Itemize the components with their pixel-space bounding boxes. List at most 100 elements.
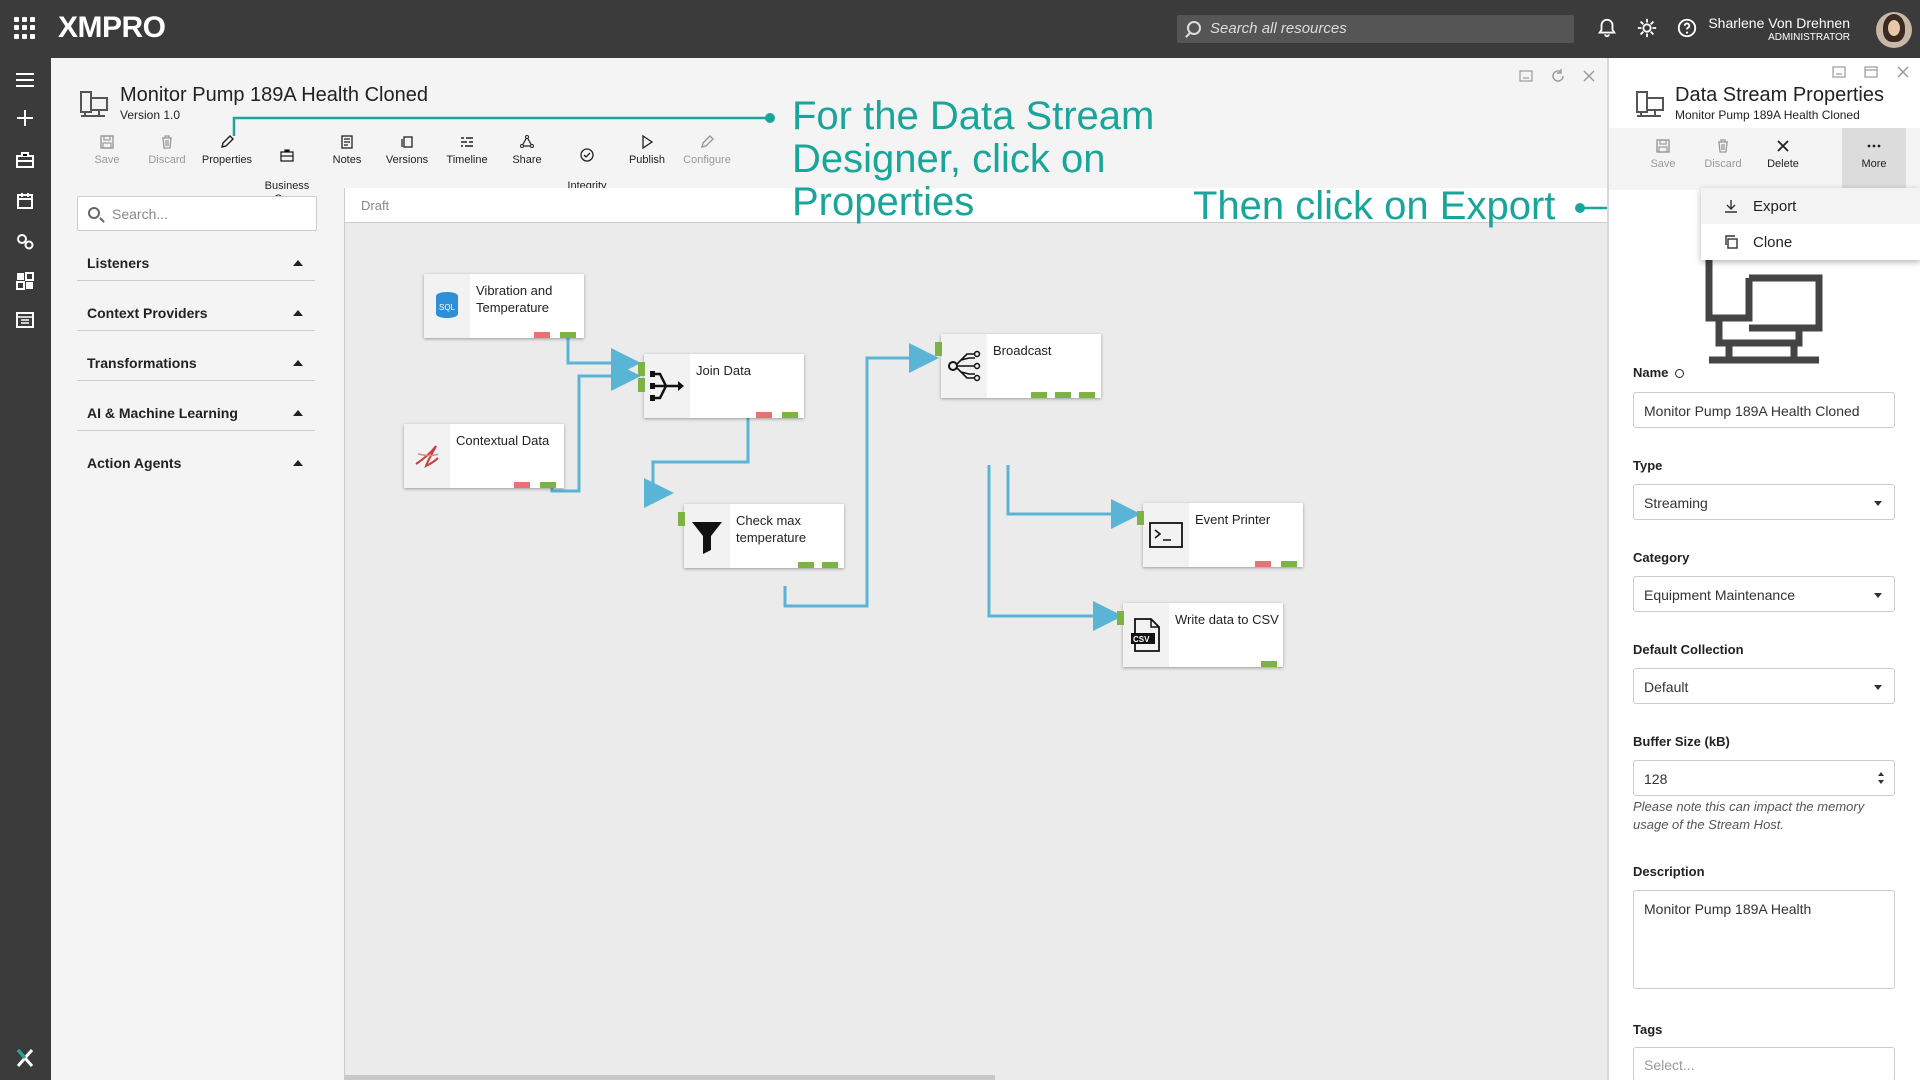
category-action-agents[interactable]: Action Agents [77,431,315,481]
error-port[interactable] [534,332,550,338]
node-label: Contextual Data [456,433,550,448]
default-collection-select[interactable]: Default [1633,668,1895,704]
buffer-size-label: Buffer Size (kB) [1633,734,1730,749]
output-port[interactable] [1079,392,1095,398]
output-port[interactable] [1281,561,1297,567]
global-search-placeholder: Search all resources [1210,20,1347,37]
output-port[interactable] [798,562,814,568]
palette-search-input[interactable]: Search... [77,196,317,231]
hamburger-menu-icon[interactable] [14,70,36,90]
xmpro-mark-icon[interactable] [14,1048,36,1068]
description-textarea[interactable]: Monitor Pump 189A Health [1633,890,1895,989]
help-icon[interactable] [1676,17,1698,39]
category-ai-machine-learning[interactable]: AI & Machine Learning [77,381,315,431]
menu-item-export[interactable]: Export [1701,188,1920,224]
category-label: Transformations [87,355,197,371]
name-label: Name [1633,365,1685,380]
configure-button[interactable]: Configure [677,134,737,166]
filter-icon [684,504,730,568]
calendar-icon[interactable] [14,191,36,211]
buffer-size-input[interactable]: 128 [1633,760,1895,796]
node-contextual-data[interactable]: Contextual Data [404,424,564,488]
xmpro-logo: XMPRO [58,11,166,44]
input-port[interactable] [935,342,942,356]
properties-label: Properties [201,154,253,166]
join-icon [644,354,690,418]
error-port[interactable] [514,482,530,488]
stepper-icon[interactable] [1876,768,1886,788]
publish-button[interactable]: Publish [617,134,677,166]
share-button[interactable]: Share [497,134,557,166]
category-select[interactable]: Equipment Maintenance [1633,576,1895,612]
x-icon [1777,140,1789,152]
type-select[interactable]: Streaming [1633,484,1895,520]
output-port[interactable] [822,562,838,568]
notes-button[interactable]: Notes [317,134,377,166]
app-grid-icon[interactable] [14,17,36,39]
designer-canvas[interactable]: Draft SQL Vibration and Temperature Cont… [344,188,1608,1080]
node-check-max-temperature[interactable]: Check max temperature [678,504,844,568]
output-port[interactable] [560,332,576,338]
info-icon[interactable] [1675,369,1685,379]
user-name[interactable]: Sharlene Von Drehnen [1708,15,1850,31]
tags-select[interactable]: Select... [1633,1047,1895,1080]
app-window-icon[interactable] [14,310,36,330]
category-label: Context Providers [87,305,208,321]
plus-icon[interactable] [14,108,36,128]
versions-button[interactable]: Versions [377,134,437,166]
output-port[interactable] [1055,392,1071,398]
output-port[interactable] [782,412,798,418]
node-label: Event Printer [1195,512,1271,527]
tags-placeholder: Select... [1644,1057,1695,1073]
category-listeners[interactable]: Listeners [77,231,315,281]
close-icon[interactable] [1581,68,1597,84]
input-port[interactable] [1137,511,1144,525]
name-field[interactable]: Monitor Pump 189A Health Cloned [1633,392,1895,428]
discard-button[interactable]: Discard [137,134,197,166]
error-port[interactable] [1255,561,1271,567]
input-port[interactable] [638,362,645,376]
output-port[interactable] [540,482,556,488]
buffer-size-value: 128 [1644,771,1668,787]
timeline-button[interactable]: Timeline [437,134,497,166]
annotation-export-hint: Then click on Export [1193,184,1556,228]
props-save-button[interactable]: Save [1633,138,1693,170]
maximize-icon[interactable] [1863,64,1879,80]
output-port[interactable] [1031,392,1047,398]
node-event-printer[interactable]: Event Printer [1137,503,1303,567]
props-delete-button[interactable]: Delete [1753,138,1813,170]
node-vibration-temperature[interactable]: SQL Vibration and Temperature [424,274,584,338]
minimize-icon[interactable] [1518,68,1534,84]
node-broadcast[interactable]: Broadcast [935,334,1101,398]
input-port[interactable] [678,512,685,526]
menu-item-clone[interactable]: Clone [1701,224,1920,260]
error-port[interactable] [756,412,772,418]
refresh-icon[interactable] [1550,68,1566,84]
input-port[interactable] [1117,611,1124,625]
briefcase-icon[interactable] [14,150,36,170]
gears-icon[interactable] [14,231,36,251]
node-join-data[interactable]: Join Data [638,354,804,418]
category-label: AI & Machine Learning [87,405,238,421]
node-write-csv[interactable]: CSV Write data to CSV [1117,603,1283,667]
avatar[interactable] [1876,12,1912,48]
category-transformations[interactable]: Transformations [77,331,315,381]
gear-icon[interactable] [1636,17,1658,39]
props-discard-button[interactable]: Discard [1693,138,1753,170]
properties-button[interactable]: Properties [197,134,257,166]
dashboard-icon[interactable] [14,271,36,291]
configure-label: Configure [683,154,731,166]
props-more-button[interactable]: More [1844,138,1904,170]
save-button[interactable]: Save [77,134,137,166]
bell-icon[interactable] [1596,17,1618,39]
close-icon[interactable] [1895,64,1911,80]
trash-icon [1718,139,1728,153]
share-icon [520,135,534,148]
input-port[interactable] [638,378,645,392]
category-value: Equipment Maintenance [1644,587,1795,603]
output-port[interactable] [1261,661,1277,667]
horizontal-scrollbar[interactable] [345,1075,995,1080]
minimize-icon[interactable] [1831,64,1847,80]
global-search-input[interactable]: Search all resources [1177,15,1574,43]
category-context-providers[interactable]: Context Providers [77,281,315,331]
